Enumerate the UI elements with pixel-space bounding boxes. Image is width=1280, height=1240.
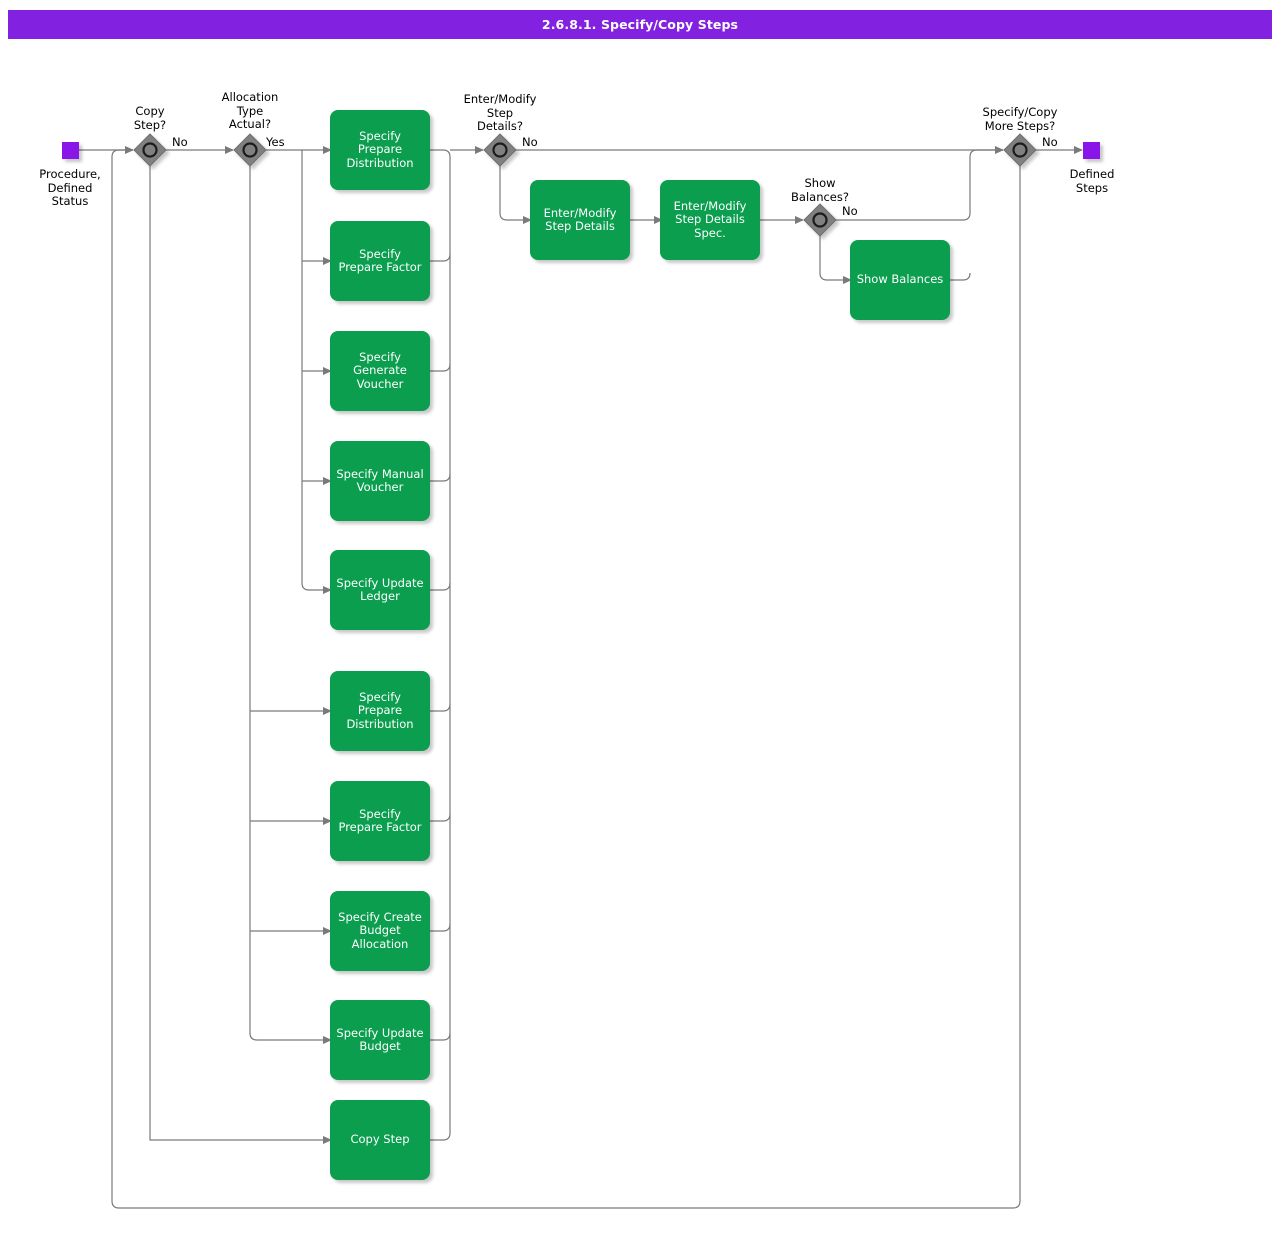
- decision-enter-modify-step-details-shape: [483, 133, 517, 167]
- decision-allocation-type-actual-label: Allocation Type Actual?: [221, 90, 279, 131]
- decision-copy-step-label: Copy Step?: [133, 104, 167, 132]
- terminator-start-label: Procedure, Defined Status: [39, 167, 101, 208]
- decision-allocation-type-actual-shape: [233, 133, 267, 167]
- terminator-end-label: Defined Steps: [1069, 167, 1115, 195]
- terminator-start: [62, 142, 79, 159]
- process-specify-generate-voucher[interactable]: Specify Generate Voucher: [330, 331, 430, 411]
- decision-copy-step-branch: No: [172, 135, 188, 149]
- process-specify-prepare-distribution-budget[interactable]: Specify Prepare Distribution: [330, 671, 430, 751]
- decision-show-balances-shape: [803, 203, 837, 237]
- terminator-end: [1083, 142, 1100, 159]
- process-specify-prepare-factor-actual[interactable]: Specify Prepare Factor: [330, 221, 430, 301]
- process-enter-modify-step-details-spec[interactable]: Enter/Modify Step Details Spec.: [660, 180, 760, 260]
- process-specify-create-budget-allocation[interactable]: Specify Create Budget Allocation: [330, 891, 430, 971]
- decision-enter-modify-step-details-branch: No: [522, 135, 538, 149]
- process-specify-update-budget[interactable]: Specify Update Budget: [330, 1000, 430, 1080]
- page-title: 2.6.8.1. Specify/Copy Steps: [8, 10, 1272, 39]
- decision-enter-modify-step-details-label: Enter/Modify Step Details?: [463, 92, 537, 133]
- decision-show-balances-branch: No: [842, 204, 858, 218]
- decision-allocation-type-actual-branch: Yes: [266, 135, 285, 149]
- process-enter-modify-step-details[interactable]: Enter/Modify Step Details: [530, 180, 630, 260]
- flowchart-canvas: 2.6.8.1. Specify/Copy Steps Procedure, D…: [0, 0, 1280, 1240]
- decision-show-balances-label: Show Balances?: [791, 176, 849, 204]
- decision-specify-copy-more-steps-label: Specify/Copy More Steps?: [982, 105, 1058, 133]
- decision-copy-step-shape: [133, 133, 167, 167]
- process-specify-prepare-factor-budget[interactable]: Specify Prepare Factor: [330, 781, 430, 861]
- process-copy-step[interactable]: Copy Step: [330, 1100, 430, 1180]
- process-specify-prepare-distribution-actual[interactable]: Specify Prepare Distribution: [330, 110, 430, 190]
- process-specify-manual-voucher[interactable]: Specify Manual Voucher: [330, 441, 430, 521]
- process-show-balances[interactable]: Show Balances: [850, 240, 950, 320]
- process-specify-update-ledger[interactable]: Specify Update Ledger: [330, 550, 430, 630]
- decision-specify-copy-more-steps-branch: No: [1042, 135, 1058, 149]
- decision-specify-copy-more-steps-shape: [1003, 133, 1037, 167]
